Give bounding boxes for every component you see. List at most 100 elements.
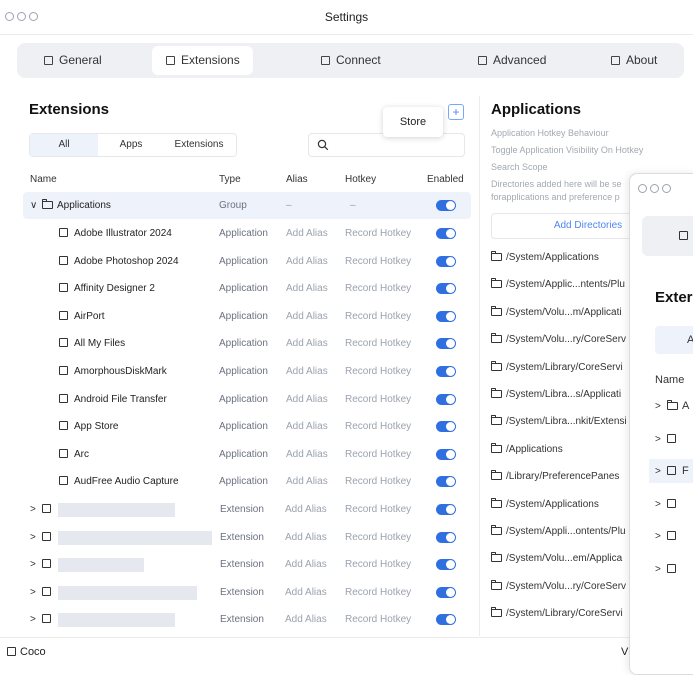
add-alias-button[interactable]: Add Alias	[286, 441, 328, 468]
filter-all[interactable]: All	[30, 134, 98, 156]
record-hotkey-button[interactable]: Record Hotkey	[345, 606, 411, 633]
extension-row[interactable]: > Extension Add Alias Record Hotkey	[23, 524, 471, 551]
add-alias-button[interactable]: Add Alias	[286, 413, 328, 440]
directory-item[interactable]: /System/Volu...m/Applicati	[491, 299, 622, 326]
enabled-toggle[interactable]	[436, 421, 456, 433]
record-hotkey-button[interactable]: Record Hotkey	[345, 386, 411, 413]
filter-extensions[interactable]: Extensions	[166, 134, 232, 156]
app-row[interactable]: AudFree Audio Capture Application Add Alia…	[23, 468, 471, 495]
chevron-right-icon[interactable]: >	[655, 531, 663, 542]
overlay-row[interactable]: >	[655, 433, 682, 445]
enabled-toggle[interactable]	[436, 338, 456, 350]
record-hotkey-button[interactable]: Record Hotkey	[345, 413, 411, 440]
chevron-right-icon[interactable]: >	[655, 499, 663, 510]
add-alias-button[interactable]: Add Alias	[286, 303, 328, 330]
overlay-row[interactable]: > F	[649, 459, 693, 483]
overlay-zoom-button[interactable]	[662, 184, 671, 193]
directory-item[interactable]: /System/Appli...ontents/Plu	[491, 518, 626, 545]
directory-item[interactable]: /System/Libra...nkit/Extensi	[491, 408, 627, 435]
record-hotkey-button[interactable]: Record Hotkey	[345, 551, 411, 578]
app-row[interactable]: Adobe Photoshop 2024 Application Add Alias…	[23, 248, 471, 275]
extension-row[interactable]: > Extension Add Alias Record Hotkey	[23, 551, 471, 578]
enabled-toggle[interactable]	[436, 366, 456, 377]
enabled-toggle[interactable]	[436, 200, 456, 211]
record-hotkey-button[interactable]: Record Hotkey	[345, 248, 411, 275]
app-row[interactable]: Adobe Illustrator 2024 Application Add Ali…	[23, 220, 471, 247]
directory-item[interactable]: /System/Volu...ry/CoreServ	[491, 326, 626, 353]
enabled-toggle[interactable]	[436, 531, 456, 543]
overlay-row[interactable]: >	[655, 563, 682, 575]
directory-item[interactable]: /Applications	[491, 436, 563, 463]
app-row[interactable]: AmorphousDiskMark Application Add Alias Rec…	[23, 358, 471, 385]
app-row[interactable]: Android File Transfer Application Add Alia…	[23, 386, 471, 413]
overlay-filter[interactable]: A	[655, 326, 693, 354]
enabled-toggle[interactable]	[436, 504, 456, 515]
record-hotkey-button[interactable]: Record Hotkey	[345, 358, 411, 385]
filter-apps[interactable]: Apps	[100, 134, 162, 156]
tab-about[interactable]: About	[611, 46, 657, 75]
directory-item[interactable]: /System/Volu...ry/CoreServ	[491, 573, 626, 600]
extension-row[interactable]: > Extension Add Alias Record Hotkey	[23, 579, 471, 606]
enabled-toggle[interactable]	[436, 310, 456, 322]
add-alias-button[interactable]: Add Alias	[285, 496, 327, 523]
chevron-right-icon[interactable]: >	[30, 579, 38, 606]
app-row[interactable]: Affinity Designer 2 Application Add Alias R…	[23, 275, 471, 302]
chevron-right-icon[interactable]: >	[655, 460, 663, 484]
extension-row[interactable]: > Extension Add Alias Record Hotkey	[23, 606, 471, 633]
enabled-toggle[interactable]	[436, 476, 456, 488]
record-hotkey-button[interactable]: Record Hotkey	[345, 524, 411, 551]
directory-item[interactable]: /System/Volu...em/Applica	[491, 545, 622, 572]
app-row[interactable]: All My Files Application Add Alias Record H…	[23, 330, 471, 357]
add-alias-button[interactable]: Add Alias	[286, 330, 328, 357]
add-alias-button[interactable]: Add Alias	[286, 386, 328, 413]
tab-general[interactable]: General	[44, 46, 102, 75]
chevron-right-icon[interactable]: >	[30, 496, 38, 523]
app-row[interactable]: App Store Application Add Alias Record Hotk…	[23, 413, 471, 440]
overlay-close-button[interactable]	[638, 184, 647, 193]
enabled-toggle[interactable]	[436, 448, 456, 460]
record-hotkey-button[interactable]: Record Hotkey	[345, 330, 411, 357]
add-alias-button[interactable]: Add Alias	[285, 579, 327, 606]
record-hotkey-button[interactable]: Record Hotkey	[345, 303, 411, 330]
directory-item[interactable]: /System/Libra...s/Applicati	[491, 381, 621, 408]
record-hotkey-button[interactable]: Record Hotkey	[345, 441, 411, 468]
record-hotkey-button[interactable]: Record Hotkey	[345, 220, 411, 247]
overlay-minimize-button[interactable]	[650, 184, 659, 193]
toggle-visibility-option[interactable]: Toggle Application Visibility On Hotkey	[491, 145, 643, 155]
add-alias-button[interactable]: Add Alias	[286, 220, 328, 247]
chevron-right-icon[interactable]: >	[30, 606, 38, 633]
overlay-row[interactable]: > A	[655, 400, 689, 412]
add-alias-button[interactable]: Add Alias	[286, 358, 328, 385]
overlay-row[interactable]: >	[655, 498, 682, 510]
add-alias-button[interactable]: Add Alias	[286, 275, 328, 302]
chevron-right-icon[interactable]: >	[30, 551, 38, 578]
app-row[interactable]: AirPort Application Add Alias Record Hotkey	[23, 303, 471, 330]
add-alias-button[interactable]: Add Alias	[286, 248, 328, 275]
record-hotkey-button[interactable]: Record Hotkey	[345, 275, 411, 302]
add-alias-button[interactable]: Add Alias	[285, 606, 327, 633]
record-hotkey-button[interactable]: Record Hotkey	[345, 496, 411, 523]
group-row-applications[interactable]: ∨ Applications Group – –	[23, 192, 471, 219]
enabled-toggle[interactable]	[436, 228, 456, 239]
chevron-right-icon[interactable]: >	[655, 564, 663, 575]
directory-item[interactable]: /System/Library/CoreServi	[491, 354, 623, 381]
enabled-toggle[interactable]	[436, 255, 456, 267]
record-hotkey-button[interactable]: Record Hotkey	[345, 579, 411, 606]
chevron-right-icon[interactable]: >	[655, 434, 663, 445]
add-extension-button[interactable]: +	[448, 104, 464, 120]
enabled-toggle[interactable]	[436, 559, 456, 571]
record-hotkey-button[interactable]: Record Hotkey	[345, 468, 411, 495]
add-alias-button[interactable]: Add Alias	[286, 468, 328, 495]
directory-item[interactable]: /Library/PreferencePanes	[491, 463, 619, 490]
add-alias-button[interactable]: Add Alias	[285, 551, 327, 578]
enabled-toggle[interactable]	[436, 586, 456, 598]
chevron-down-icon[interactable]: ∨	[30, 192, 38, 219]
enabled-toggle[interactable]	[436, 614, 456, 626]
add-alias-button[interactable]: Add Alias	[285, 524, 327, 551]
enabled-toggle[interactable]	[436, 393, 456, 405]
directory-item[interactable]: /System/Applic...ntents/Plu	[491, 271, 625, 298]
directory-item[interactable]: /System/Applications	[491, 491, 599, 518]
tab-advanced[interactable]: Advanced	[478, 46, 546, 75]
directory-item[interactable]: /System/Applications	[491, 244, 599, 271]
overlay-row[interactable]: >	[655, 530, 682, 542]
